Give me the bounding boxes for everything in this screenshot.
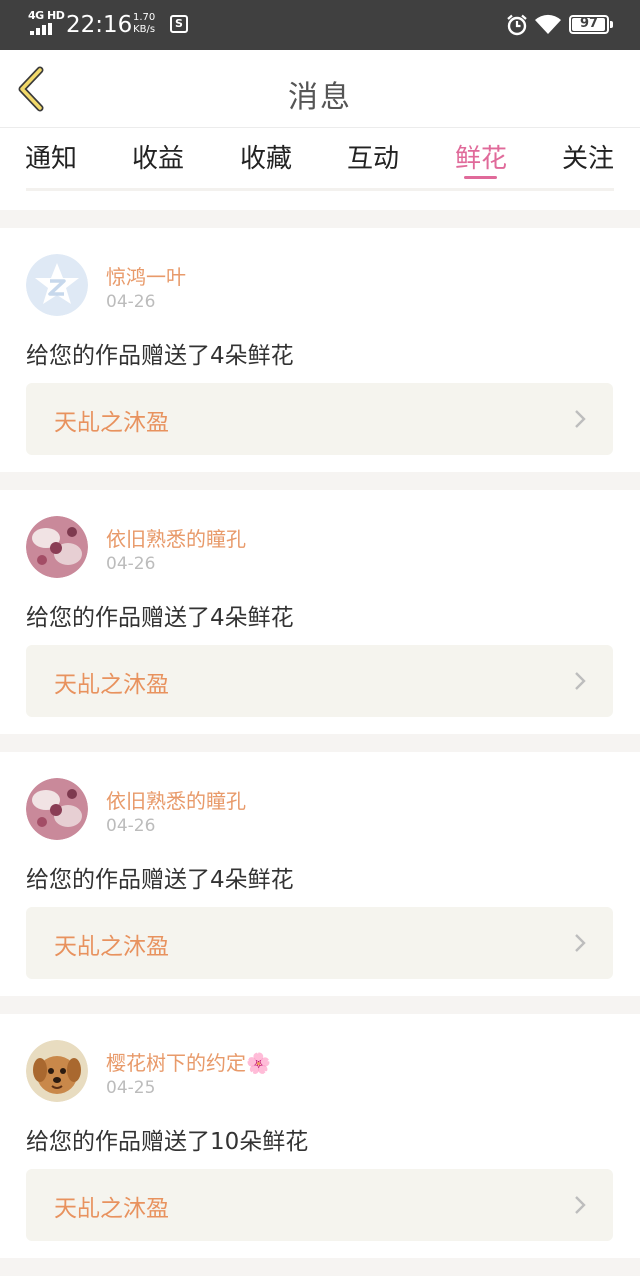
message-card: 依旧熟悉的瞳孔 04-26 给您的作品赠送了4朵鲜花 天乩之沐盈 — [0, 752, 640, 996]
dog-avatar-photo[interactable] — [26, 1040, 88, 1102]
notification-app-icon: S — [170, 15, 188, 33]
network-indicator: 4G HD — [28, 9, 65, 22]
user-avatar-photo[interactable] — [26, 516, 88, 578]
battery-level: 97 — [579, 16, 599, 31]
work-link[interactable]: 天乩之沐盈 — [26, 1169, 613, 1241]
sender-name[interactable]: 樱花树下的约定🌸 — [106, 1047, 271, 1076]
chevron-right-icon — [575, 410, 586, 428]
signal-icon — [30, 23, 52, 35]
tabs-divider — [26, 188, 614, 191]
user-avatar-photo[interactable] — [26, 778, 88, 840]
header: 消息 — [0, 50, 640, 128]
network-speed: 1.70 KB/s — [133, 12, 155, 36]
battery-tip — [610, 21, 613, 28]
work-title: 天乩之沐盈 — [54, 1196, 169, 1222]
work-title: 天乩之沐盈 — [54, 672, 169, 698]
status-bar: 4G HD 22:16 1.70 KB/s S 97 — [0, 0, 640, 50]
work-title: 天乩之沐盈 — [54, 934, 169, 960]
chevron-right-icon — [575, 1196, 586, 1214]
message-text: 给您的作品赠送了4朵鲜花 — [26, 605, 294, 631]
sender-name[interactable]: 依旧熟悉的瞳孔 — [106, 523, 246, 552]
message-card: 依旧熟悉的瞳孔 04-26 给您的作品赠送了4朵鲜花 天乩之沐盈 — [0, 490, 640, 734]
chevron-right-icon — [575, 672, 586, 690]
message-card: 惊鸿一叶 04-26 给您的作品赠送了4朵鲜花 天乩之沐盈 — [0, 228, 640, 472]
message-card: 樱花树下的约定🌸 04-25 给您的作品赠送了10朵鲜花 天乩之沐盈 — [0, 1014, 640, 1258]
tab-flowers[interactable]: 鲜花 — [431, 138, 531, 188]
work-title: 天乩之沐盈 — [54, 410, 169, 436]
message-date: 04-25 — [106, 1078, 156, 1098]
tab-bar: 通知 收益 收藏 互动 鲜花 关注 — [0, 128, 640, 210]
tab-notifications[interactable]: 通知 — [1, 138, 101, 188]
sender-name[interactable]: 依旧熟悉的瞳孔 — [106, 785, 246, 814]
tab-favorites[interactable]: 收藏 — [216, 138, 316, 188]
message-text: 给您的作品赠送了4朵鲜花 — [26, 867, 294, 893]
wifi-icon — [535, 14, 561, 34]
active-tab-indicator — [464, 176, 497, 179]
battery-icon: 97 — [569, 15, 609, 34]
work-link[interactable]: 天乩之沐盈 — [26, 383, 613, 455]
tab-interactions[interactable]: 互动 — [323, 138, 423, 188]
default-avatar-icon[interactable] — [26, 254, 88, 316]
message-text: 给您的作品赠送了4朵鲜花 — [26, 343, 294, 369]
page-title: 消息 — [288, 80, 352, 115]
sender-name[interactable]: 惊鸿一叶 — [106, 261, 186, 290]
message-date: 04-26 — [106, 292, 156, 312]
message-date: 04-26 — [106, 816, 156, 836]
message-text: 给您的作品赠送了10朵鲜花 — [26, 1129, 309, 1155]
message-date: 04-26 — [106, 554, 156, 574]
alarm-icon — [507, 14, 527, 36]
tab-earnings[interactable]: 收益 — [108, 138, 208, 188]
work-link[interactable]: 天乩之沐盈 — [26, 907, 613, 979]
speed-value: 1.70 — [133, 12, 156, 23]
clock: 22:16 — [66, 12, 133, 38]
tab-follows[interactable]: 关注 — [538, 138, 638, 188]
chevron-right-icon — [575, 934, 586, 952]
speed-unit: KB/s — [133, 24, 156, 35]
work-link[interactable]: 天乩之沐盈 — [26, 645, 613, 717]
